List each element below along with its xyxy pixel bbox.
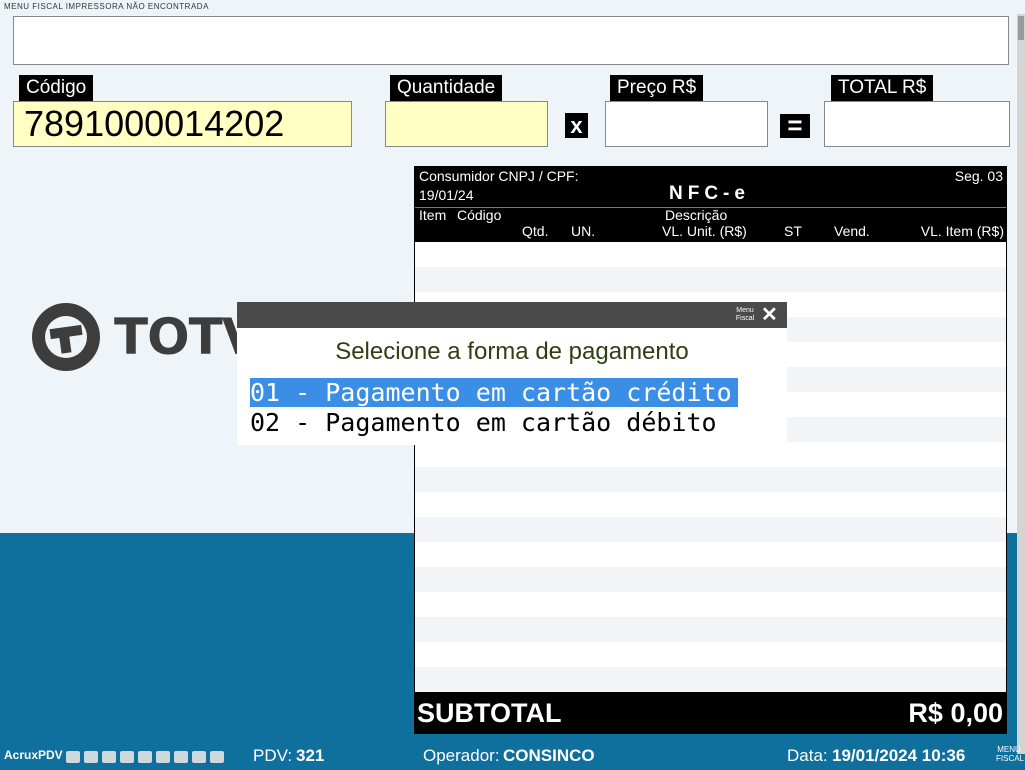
pdv-value: 321 — [296, 746, 325, 765]
receipt-header: Consumidor CNPJ / CPF: Seg. 03 19/01/24 … — [415, 167, 1006, 242]
col-item: Item — [419, 207, 447, 223]
subtotal-label: SUBTOTAL — [417, 698, 562, 728]
col-qtd: Qtd. — [522, 223, 549, 239]
message-bar — [13, 16, 1009, 65]
seg-label: Seg. 03 — [954, 168, 1003, 184]
vertical-scrollbar[interactable] — [1017, 14, 1025, 754]
payment-option-debito[interactable]: 02 - Pagamento em cartão débito — [250, 408, 723, 437]
quantidade-label: Quantidade — [390, 75, 503, 101]
status-bar: AcruxPDV PDV: 321 Operador: CONSINCO Dat… — [0, 741, 1025, 770]
dialog-title: Selecione a forma de pagamento — [335, 338, 689, 365]
pdv-label: PDV: — [253, 746, 293, 765]
menu-fiscal-link[interactable]: Menu Fiscal — [733, 307, 757, 323]
status-icons — [66, 741, 228, 770]
receipt-panel: Consumidor CNPJ / CPF: Seg. 03 19/01/24 … — [414, 166, 1007, 734]
totvs-logo-icon — [32, 303, 100, 371]
operador-label: Operador: — [423, 746, 500, 765]
dialog-title-bar: Menu Fiscal ✕ — [237, 302, 787, 328]
total-label: TOTAL R$ — [831, 75, 934, 101]
times-symbol: x — [565, 113, 588, 138]
codigo-field[interactable]: 7891000014202 — [13, 101, 352, 147]
preco-label: Preço R$ — [610, 75, 704, 101]
col-un: UN. — [571, 223, 596, 239]
menu-fiscal-button[interactable]: MENU FISCAL — [996, 745, 1024, 763]
top-status-text: MENU FISCAL IMPRESSORA NÃO ENCONTRADA — [4, 2, 209, 11]
network-icon — [66, 750, 80, 763]
printer-icon — [102, 750, 116, 763]
consumidor-label: Consumidor CNPJ / CPF: — [419, 168, 579, 184]
receipt-title: NFC-e — [669, 183, 750, 204]
col-vlunit: VL. Unit. (R$) — [662, 223, 747, 239]
totvs-logo: TOTV — [30, 300, 260, 374]
shield-icon — [156, 750, 170, 763]
scanner-icon — [120, 750, 134, 763]
codigo-value: 7891000014202 — [24, 103, 285, 144]
total-field[interactable] — [824, 101, 1010, 147]
col-vend: Vend. — [834, 223, 870, 239]
data-label: Data: — [787, 746, 828, 765]
col-descricao: Descrição — [665, 207, 728, 223]
codigo-label: Código — [19, 75, 94, 101]
receipt-date: 19/01/24 — [419, 187, 474, 203]
col-codigo: Código — [457, 207, 502, 223]
data-value: 19/01/2024 10:36 — [832, 746, 966, 765]
drawer-icon — [138, 750, 152, 763]
preco-field[interactable] — [605, 101, 768, 147]
keyboard-icon — [210, 750, 224, 763]
operador-value: CONSINCO — [503, 746, 595, 765]
app-name: AcruxPDV — [4, 748, 63, 762]
close-icon[interactable]: ✕ — [761, 304, 778, 326]
payment-option-credito[interactable]: 01 - Pagamento em cartão crédito — [250, 378, 738, 407]
computer-icon — [84, 750, 98, 763]
barcode-icon — [192, 750, 206, 763]
quantidade-field[interactable] — [385, 101, 548, 147]
col-vlitem: VL. Item (R$) — [920, 223, 1004, 239]
scale-icon — [174, 750, 188, 763]
payment-dialog: Menu Fiscal ✕ Selecione a forma de pagam… — [237, 302, 787, 445]
subtotal-value: R$ 0,00 — [908, 698, 1003, 728]
equals-symbol: = — [780, 112, 810, 138]
subtotal-bar: SUBTOTAL R$ 0,00 — [414, 692, 1007, 734]
col-st: ST — [784, 223, 802, 239]
